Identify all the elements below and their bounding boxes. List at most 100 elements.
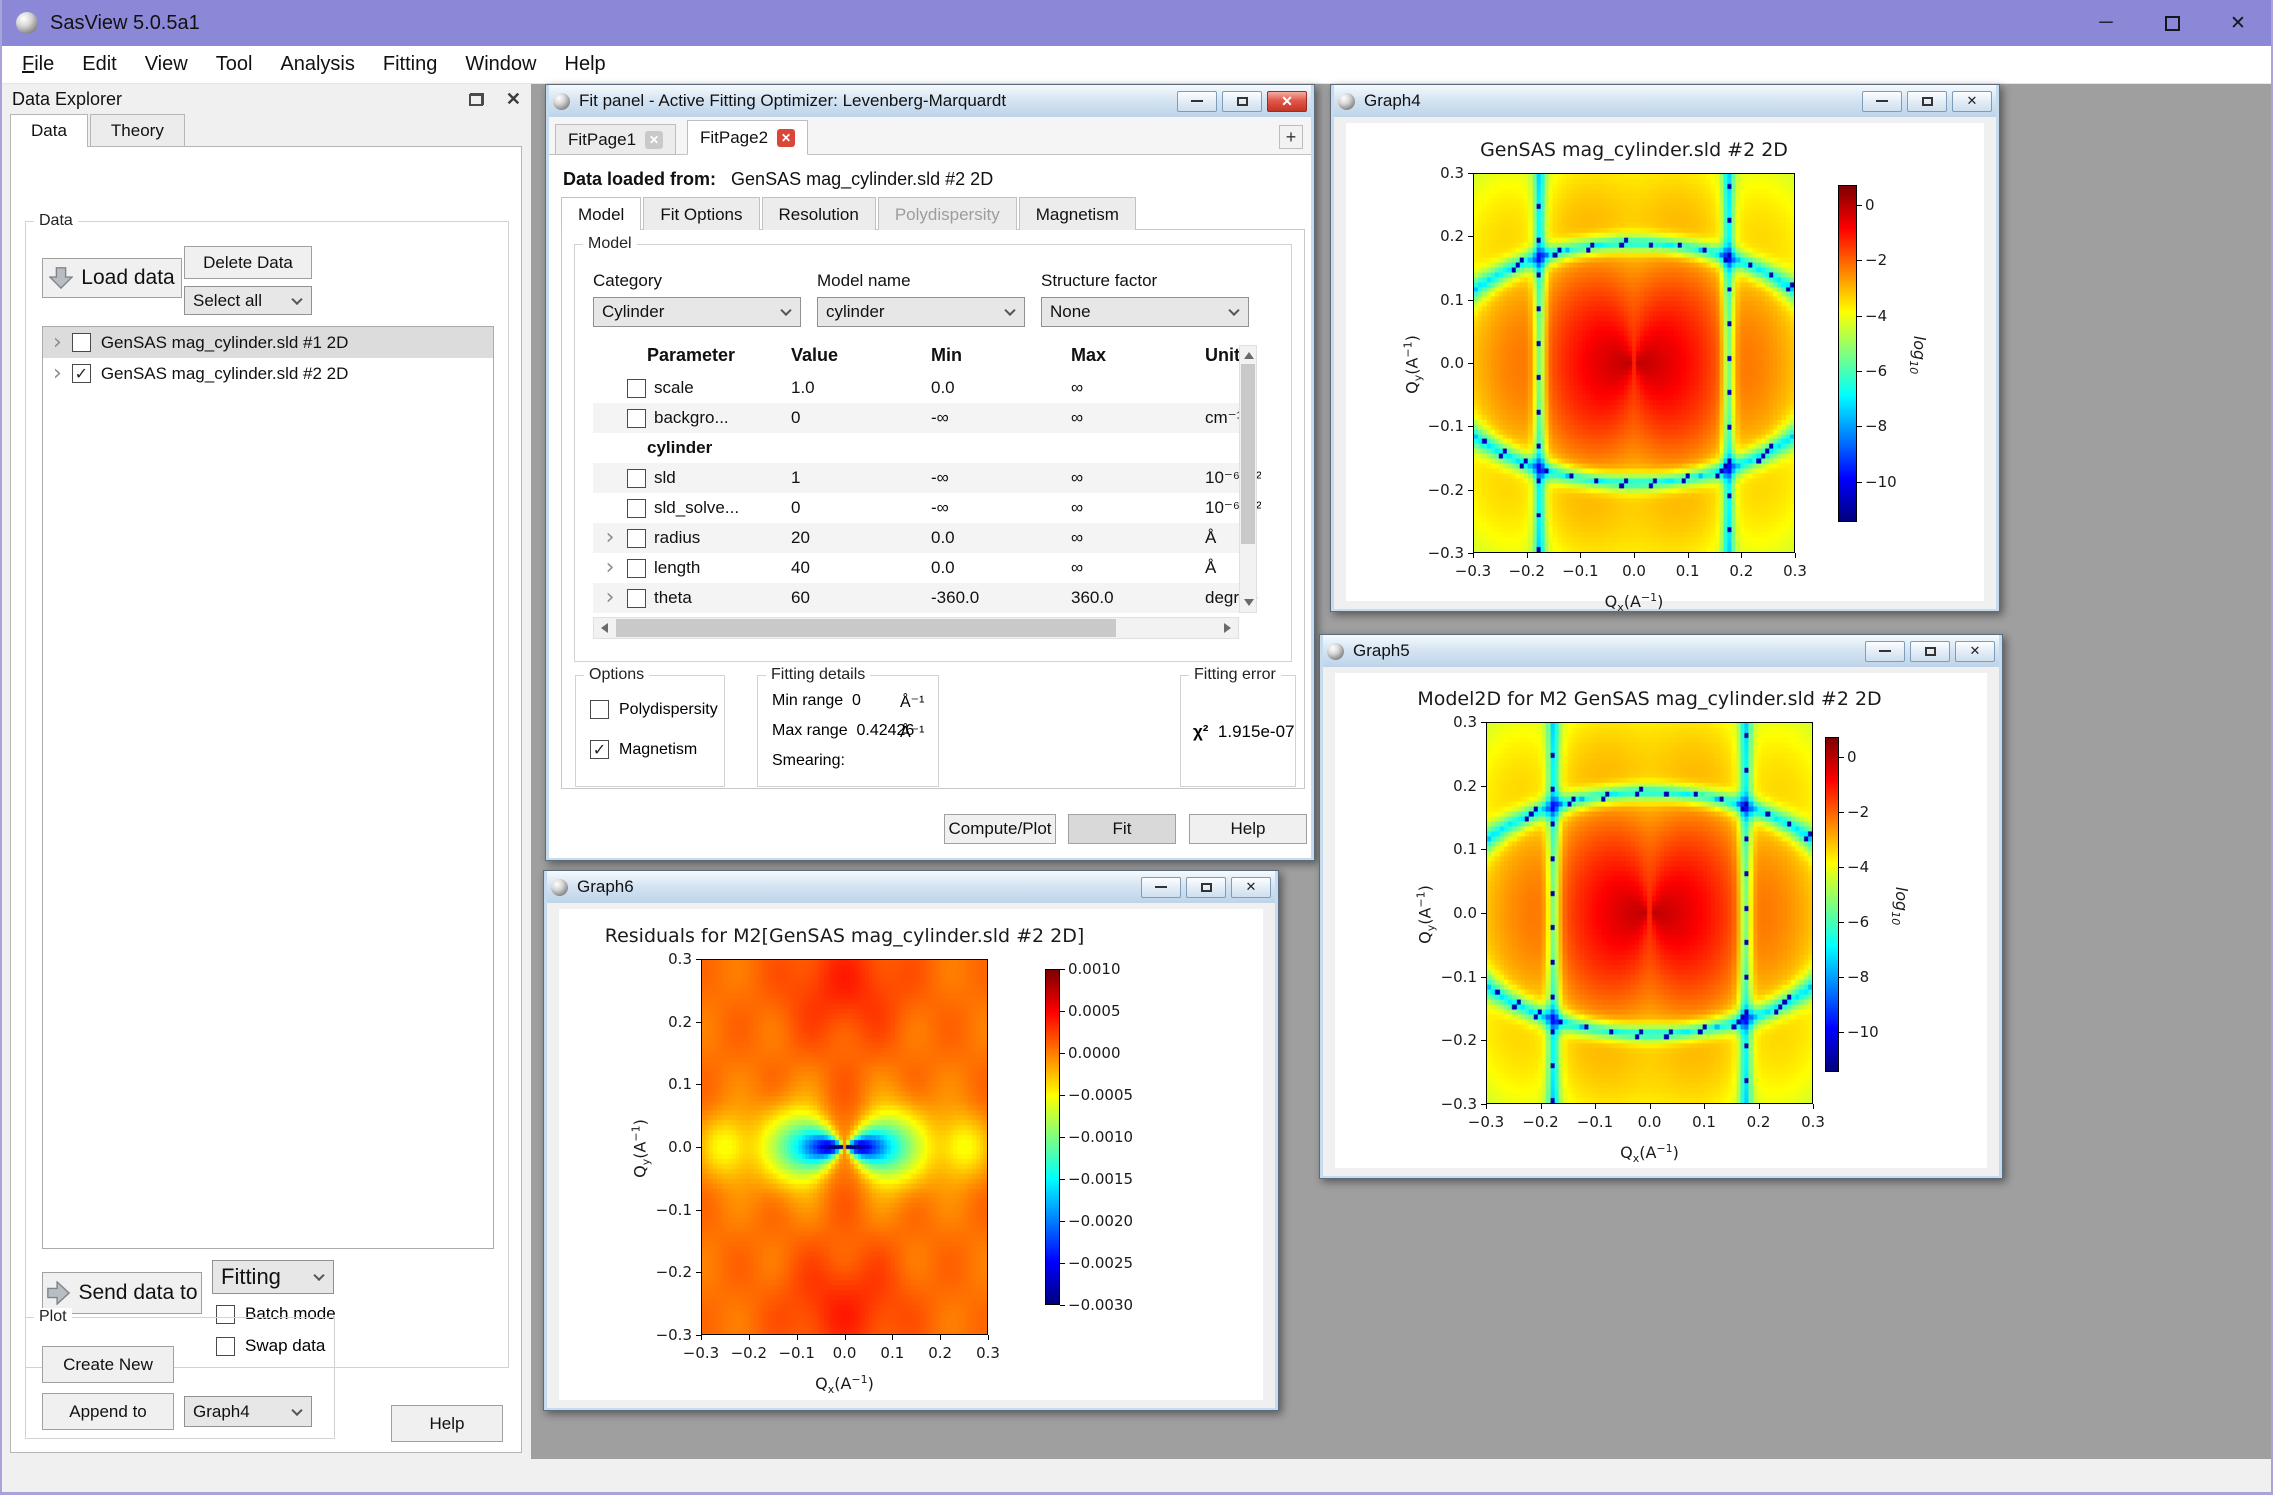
param-checkbox[interactable] — [627, 589, 646, 608]
param-checkbox[interactable] — [627, 499, 646, 518]
colorbar-tick-mark — [1060, 1053, 1065, 1054]
graph6-titlebar[interactable]: Graph6 ✕ — [547, 871, 1275, 903]
close-icon[interactable]: ✕ — [2205, 0, 2271, 46]
maximize-icon[interactable] — [1907, 91, 1947, 112]
expand-chevron-icon[interactable]: › — [593, 527, 627, 549]
expand-chevron-icon[interactable]: › — [593, 557, 627, 579]
select-all-combo[interactable]: Select all — [184, 286, 312, 315]
tree-item-checkbox[interactable] — [72, 333, 91, 352]
graph4-window[interactable]: Graph4 ✕ GenSAS mag_cylinder.sld #2 2D−0… — [1330, 84, 2000, 612]
append-graph-combo[interactable]: Graph4 — [184, 1396, 312, 1427]
minimize-icon[interactable]: ─ — [2073, 0, 2139, 46]
param-checkbox[interactable] — [627, 559, 646, 578]
param-value[interactable]: 1 — [791, 468, 931, 488]
structure-factor-combo[interactable]: None — [1041, 297, 1249, 327]
expand-chevron-icon[interactable]: › — [593, 587, 627, 609]
vscroll-thumb[interactable] — [1241, 364, 1255, 544]
menu-item-window[interactable]: Window — [451, 49, 550, 80]
param-value[interactable]: 40 — [791, 558, 931, 578]
tree-item-checkbox[interactable]: ✓ — [72, 364, 91, 383]
tab-close-icon[interactable]: ✕ — [645, 131, 663, 149]
tab-polydispersity[interactable]: Polydispersity — [878, 197, 1017, 230]
dock-close-icon[interactable]: ✕ — [506, 90, 521, 108]
minimize-icon[interactable] — [1141, 877, 1181, 898]
graph5-titlebar[interactable]: Graph5 ✕ — [1323, 635, 1999, 667]
menu-item-fitting[interactable]: Fitting — [369, 49, 451, 80]
menu-item-view[interactable]: View — [131, 49, 202, 80]
menu-item-analysis[interactable]: Analysis — [266, 49, 368, 80]
fit-panel-titlebar[interactable]: Fit panel - Active Fitting Optimizer: Le… — [549, 85, 1311, 117]
colorbar-tick-mark — [1857, 260, 1862, 261]
compute-plot-button[interactable]: Compute/Plot — [944, 814, 1056, 844]
hscroll-thumb[interactable] — [616, 619, 1116, 637]
close-icon[interactable]: ✕ — [1955, 641, 1995, 662]
tab-model[interactable]: Model — [561, 197, 641, 230]
data-explorer-header: Data Explorer ✕ — [2, 84, 531, 114]
param-value[interactable]: 20 — [791, 528, 931, 548]
magnetism-checkbox[interactable]: ✓ — [590, 740, 609, 759]
fit-panel-window[interactable]: Fit panel - Active Fitting Optimizer: Le… — [545, 84, 1315, 861]
tab-resolution[interactable]: Resolution — [762, 197, 876, 230]
param-value[interactable]: 0 — [791, 498, 931, 518]
scroll-up-icon[interactable] — [1244, 352, 1254, 359]
scroll-right-icon[interactable] — [1224, 623, 1231, 633]
create-new-button[interactable]: Create New — [42, 1346, 174, 1383]
maximize-icon[interactable] — [1186, 877, 1226, 898]
explorer-help-button[interactable]: Help — [391, 1405, 503, 1442]
send-to-combo[interactable]: Fitting — [212, 1260, 334, 1294]
fit-help-button[interactable]: Help — [1189, 814, 1307, 844]
param-checkbox[interactable] — [627, 469, 646, 488]
close-icon[interactable]: ✕ — [1952, 91, 1992, 112]
menu-item-tool[interactable]: Tool — [202, 49, 267, 80]
param-value[interactable]: 1.0 — [791, 378, 931, 398]
param-checkbox[interactable] — [627, 529, 646, 548]
append-to-button[interactable]: Append to — [42, 1393, 174, 1430]
load-data-button[interactable]: Load data — [42, 258, 182, 298]
close-icon[interactable]: ✕ — [1231, 877, 1271, 898]
y-tick-label: 0.3 — [640, 950, 692, 968]
param-value[interactable]: 60 — [791, 588, 931, 608]
expand-chevron-icon[interactable]: › — [53, 363, 62, 385]
menu-item-file[interactable]: File — [8, 49, 68, 80]
maximize-icon[interactable] — [2139, 0, 2205, 46]
graph5-window[interactable]: Graph5 ✕ Model2D for M2 GenSAS mag_cylin… — [1319, 634, 2003, 1179]
tab-close-icon[interactable]: ✕ — [777, 129, 795, 147]
menu-item-edit[interactable]: Edit — [68, 49, 130, 80]
tree-item[interactable]: ›GenSAS mag_cylinder.sld #1 2D — [43, 327, 493, 358]
param-table-vscrollbar[interactable] — [1239, 345, 1257, 613]
tree-item[interactable]: ›✓GenSAS mag_cylinder.sld #2 2D — [43, 358, 493, 389]
close-icon[interactable]: ✕ — [1267, 91, 1307, 112]
scroll-down-icon[interactable] — [1244, 599, 1254, 606]
param-name-cell: length — [627, 558, 791, 578]
tab-fitpage1[interactable]: FitPage1✕ — [555, 124, 676, 155]
polydispersity-checkbox[interactable] — [590, 700, 609, 719]
category-combo[interactable]: Cylinder — [593, 297, 801, 327]
dock-float-icon[interactable] — [469, 93, 484, 106]
maximize-icon[interactable] — [1910, 641, 1950, 662]
tab-data[interactable]: Data — [10, 114, 88, 147]
minimize-icon[interactable] — [1865, 641, 1905, 662]
menu-item-help[interactable]: Help — [551, 49, 620, 80]
param-value[interactable]: 0 — [791, 408, 931, 428]
scroll-left-icon[interactable] — [601, 623, 608, 633]
colorbar-tick-mark — [1857, 482, 1862, 483]
param-table-hscrollbar[interactable] — [593, 617, 1239, 639]
delete-data-button[interactable]: Delete Data — [184, 246, 312, 279]
param-checkbox[interactable] — [627, 409, 646, 428]
minimize-icon[interactable] — [1862, 91, 1902, 112]
tab-fitpage2[interactable]: FitPage2✕ — [687, 120, 808, 155]
graph4-titlebar[interactable]: Graph4 ✕ — [1334, 85, 1996, 117]
new-fitpage-button[interactable]: + — [1279, 125, 1303, 149]
maximize-icon[interactable] — [1222, 91, 1262, 112]
expand-chevron-icon[interactable]: › — [53, 332, 62, 354]
tab-fit-options[interactable]: Fit Options — [643, 197, 759, 230]
model-name-combo[interactable]: cylinder — [817, 297, 1025, 327]
param-min: 0.0 — [931, 558, 1071, 578]
fit-button[interactable]: Fit — [1068, 814, 1176, 844]
minimize-icon[interactable] — [1177, 91, 1217, 112]
param-checkbox[interactable] — [627, 379, 646, 398]
tab-theory[interactable]: Theory — [90, 114, 185, 146]
graph6-window[interactable]: Graph6 ✕ Residuals for M2[GenSAS mag_cyl… — [543, 870, 1279, 1411]
data-loaded-line: Data loaded from: GenSAS mag_cylinder.sl… — [563, 169, 993, 190]
tab-magnetism[interactable]: Magnetism — [1019, 197, 1136, 230]
